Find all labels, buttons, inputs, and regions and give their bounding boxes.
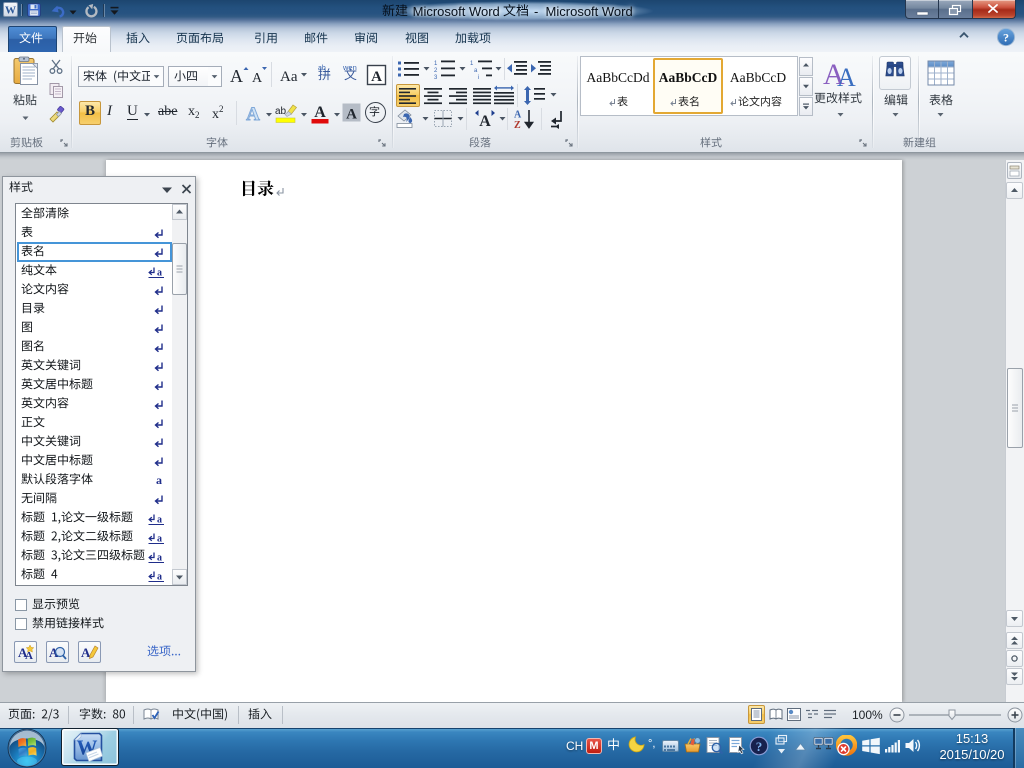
svg-text:A: A	[837, 63, 856, 89]
svg-text:A: A	[230, 66, 243, 86]
svg-text:Aa: Aa	[280, 69, 298, 85]
svg-text:a: a	[157, 515, 162, 526]
svg-text:a: a	[474, 68, 478, 74]
svg-text:?: ?	[1003, 31, 1009, 45]
svg-text:1: 1	[470, 61, 474, 67]
svg-text:A: A	[252, 71, 263, 86]
svg-text:W: W	[5, 5, 16, 17]
svg-text:3: 3	[434, 75, 438, 79]
svg-text:Z: Z	[514, 120, 521, 130]
svg-text:a: a	[157, 268, 162, 279]
svg-text:a: a	[157, 534, 162, 545]
svg-text:?: ?	[756, 739, 763, 754]
svg-text:i: i	[478, 75, 479, 79]
svg-text:a: a	[157, 572, 162, 583]
svg-text:A: A	[246, 104, 260, 124]
svg-text:1: 1	[434, 61, 438, 67]
svg-text:ab: ab	[318, 65, 326, 71]
svg-text:A: A	[514, 110, 522, 121]
svg-text:wen: wen	[343, 63, 357, 71]
svg-text:ab: ab	[275, 106, 287, 117]
svg-text:A: A	[479, 113, 491, 130]
svg-text:2: 2	[434, 68, 438, 74]
svg-text:A: A	[346, 107, 357, 123]
svg-text:A: A	[371, 69, 382, 85]
svg-text:A: A	[314, 104, 326, 121]
svg-text:a: a	[157, 553, 162, 564]
